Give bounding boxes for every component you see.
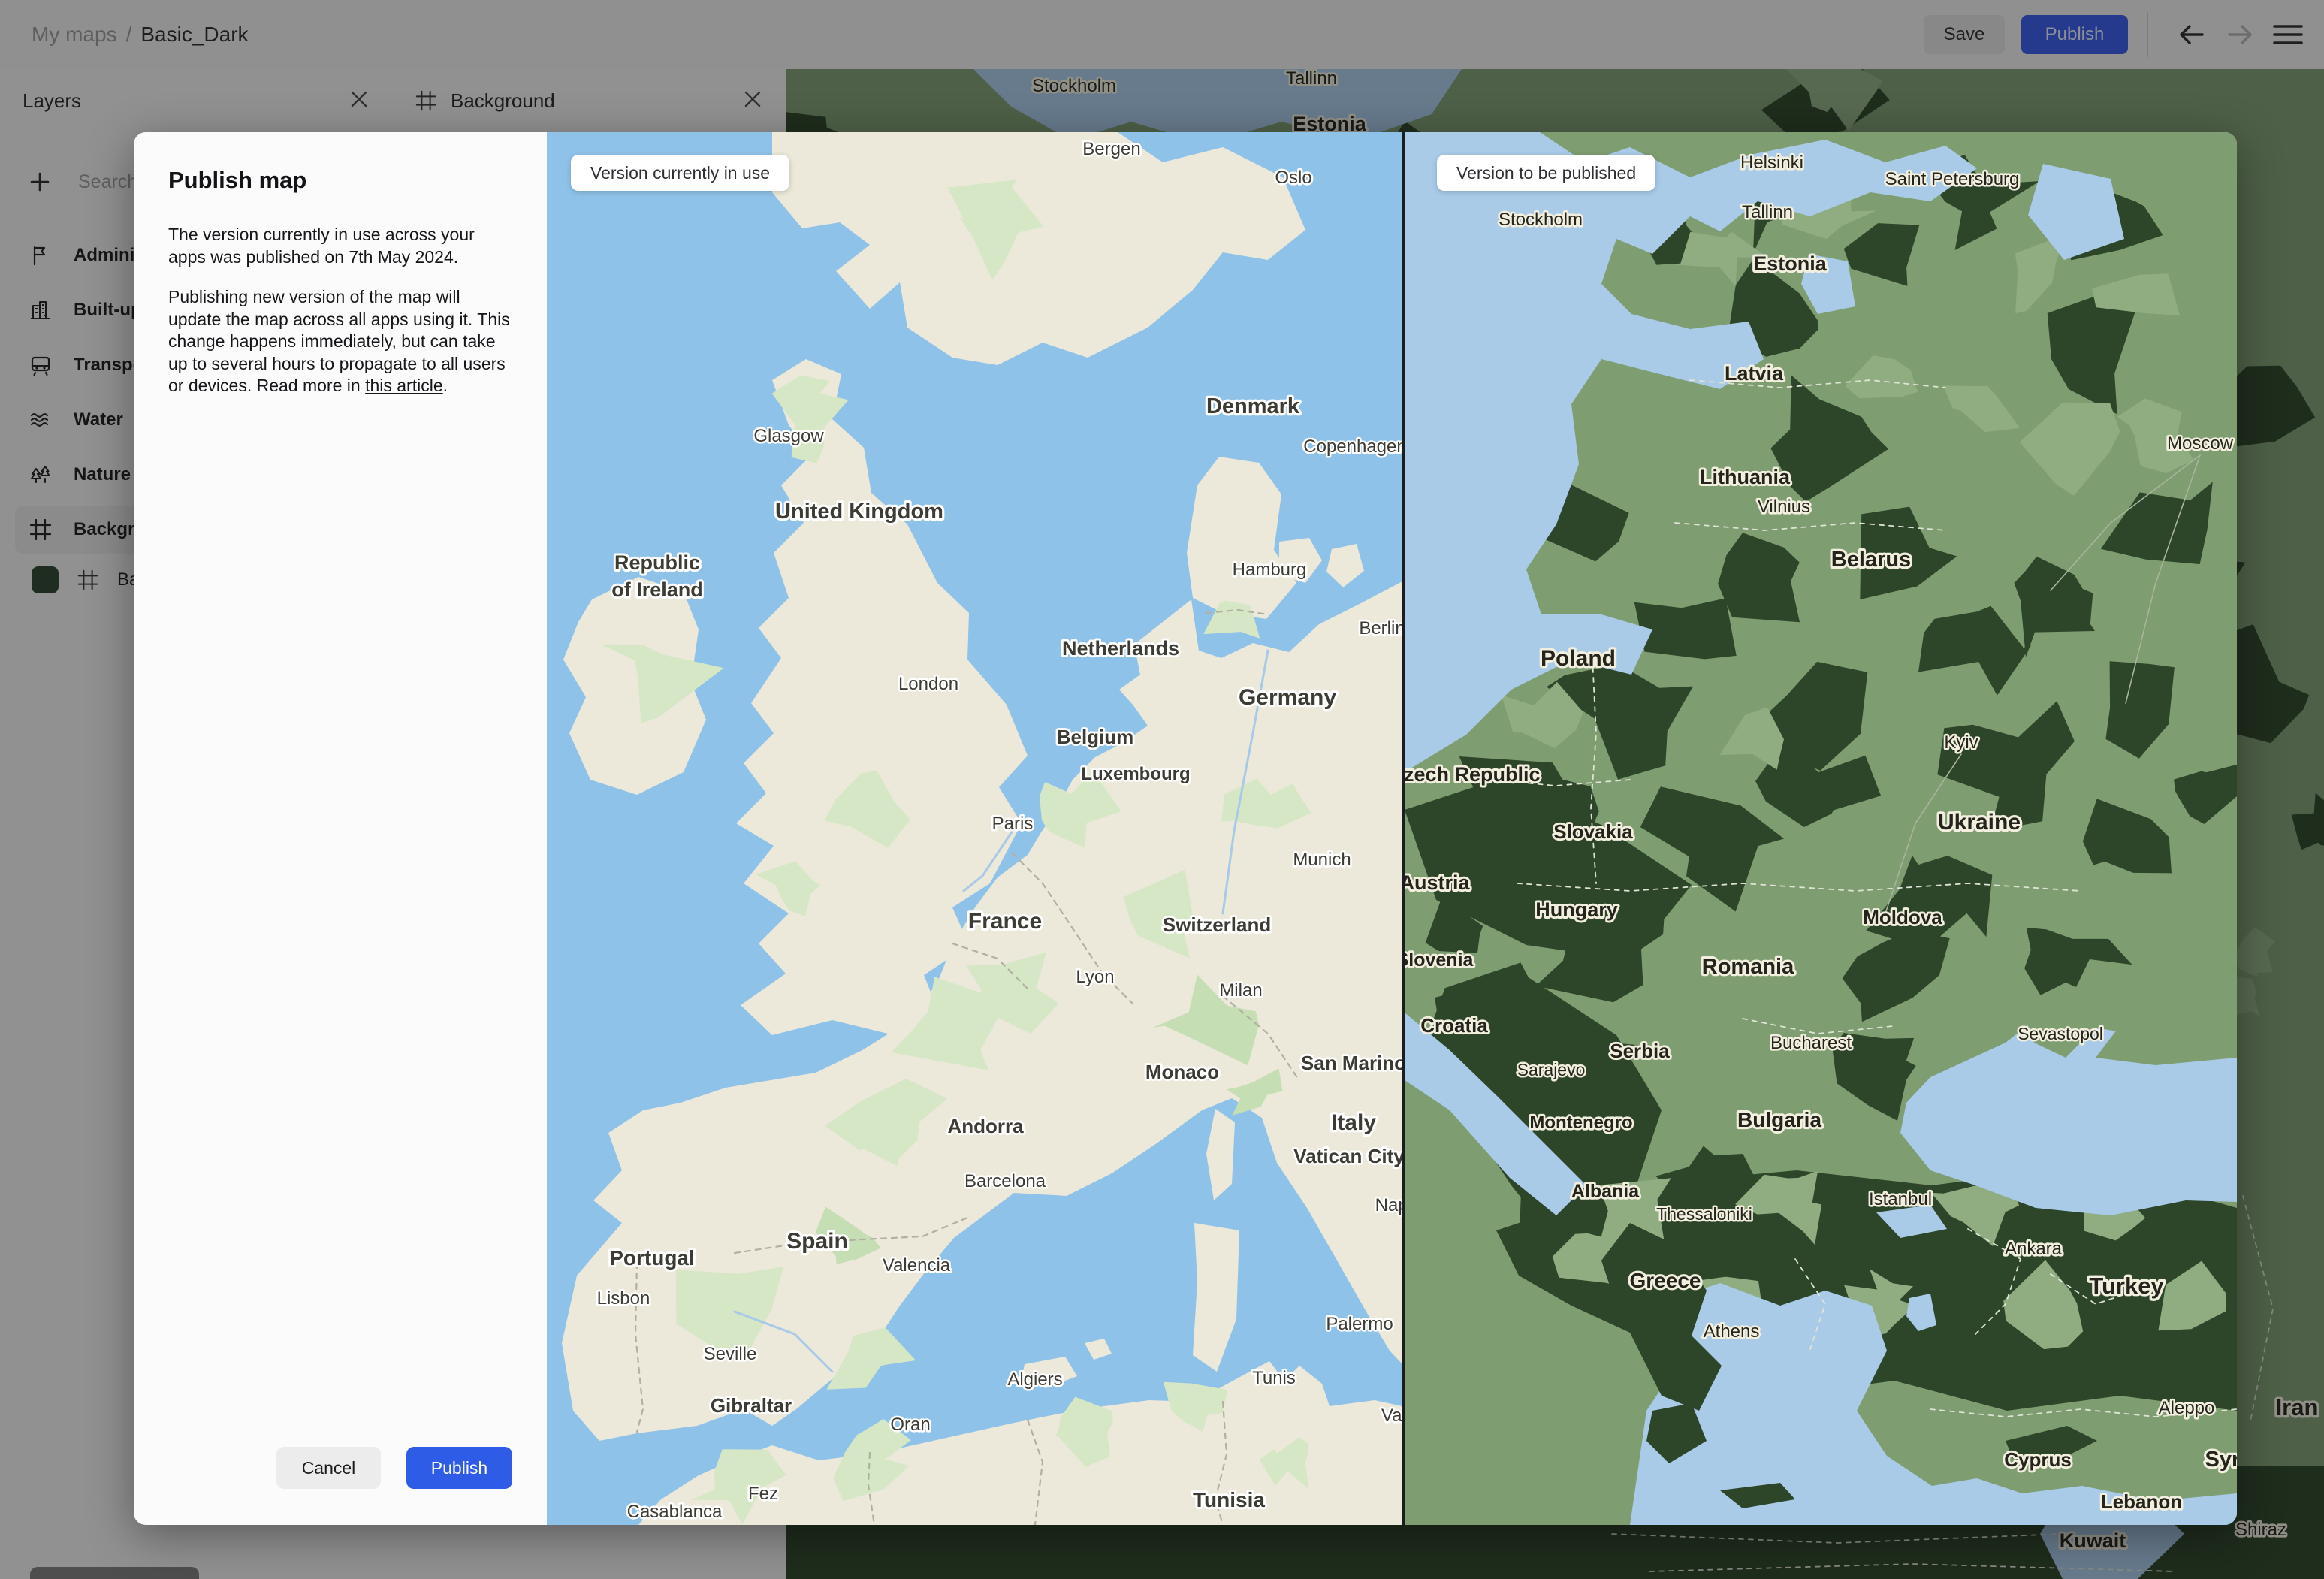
- this-article-link[interactable]: this article: [365, 376, 443, 395]
- svg-text:Greece: Greece: [1630, 1269, 1701, 1292]
- svg-text:Istanbul: Istanbul: [1869, 1189, 1932, 1209]
- svg-text:Stockholm: Stockholm: [1499, 210, 1583, 230]
- svg-text:Casablanca: Casablanca: [627, 1502, 723, 1522]
- svg-text:Denmark: Denmark: [1206, 394, 1300, 418]
- svg-text:of Ireland: of Ireland: [611, 578, 703, 601]
- svg-text:Portugal: Portugal: [609, 1246, 695, 1270]
- svg-text:Lisbon: Lisbon: [597, 1288, 650, 1309]
- svg-text:Bucharest: Bucharest: [1770, 1033, 1852, 1053]
- svg-text:Berlin: Berlin: [1359, 618, 1402, 639]
- svg-text:Saint Petersburg: Saint Petersburg: [1885, 169, 2020, 189]
- publish-dialog: Publish map The version currently in use…: [134, 132, 2237, 1525]
- svg-text:France: France: [968, 909, 1042, 934]
- dialog-paragraph-2: Publishing new version of the map will u…: [168, 286, 515, 397]
- svg-text:Vatican City: Vatican City: [1293, 1145, 1402, 1167]
- svg-text:Tunis: Tunis: [1252, 1368, 1296, 1388]
- svg-text:Milan: Milan: [1219, 980, 1262, 1001]
- svg-text:Spain: Spain: [786, 1229, 848, 1254]
- svg-text:United Kingdom: United Kingdom: [775, 500, 943, 524]
- svg-text:Lyon: Lyon: [1076, 967, 1114, 987]
- svg-text:Cyprus: Cyprus: [2004, 1448, 2072, 1471]
- dialog-paragraph-2-text: Publishing new version of the map will u…: [168, 287, 510, 395]
- cancel-button[interactable]: Cancel: [276, 1447, 381, 1489]
- svg-text:Oslo: Oslo: [1275, 168, 1311, 188]
- svg-text:Bulgaria: Bulgaria: [1737, 1108, 1821, 1131]
- svg-text:Belgium: Belgium: [1057, 726, 1134, 748]
- svg-text:Munich: Munich: [1293, 850, 1351, 870]
- svg-text:Valletta: Valletta: [1381, 1405, 1402, 1426]
- map-preview-current: Bergen Oslo Glasgow United Kingdom Republic o…: [547, 132, 1402, 1525]
- svg-text:Germany: Germany: [1239, 685, 1336, 710]
- svg-text:Naples: Naples: [1375, 1195, 1402, 1215]
- svg-text:Lebanon: Lebanon: [2101, 1490, 2182, 1513]
- svg-text:Tunisia: Tunisia: [1193, 1488, 1265, 1511]
- svg-text:Monaco: Monaco: [1145, 1061, 1219, 1083]
- svg-text:Valencia: Valencia: [883, 1255, 951, 1276]
- svg-text:Lithuania: Lithuania: [1700, 466, 1791, 488]
- svg-text:Copenhagen: Copenhagen: [1303, 436, 1402, 457]
- svg-text:Hungary: Hungary: [1535, 898, 1618, 921]
- app-window: My maps / Basic_Dark Save Publish Layers: [0, 0, 2324, 1579]
- svg-text:Gibraltar: Gibraltar: [711, 1394, 792, 1417]
- map-preview-new: Helsinki Saint Petersburg Stockholm Tallinn…: [1405, 132, 2237, 1525]
- svg-text:San Marino: San Marino: [1301, 1052, 1402, 1074]
- svg-text:Barcelona: Barcelona: [964, 1171, 1046, 1191]
- svg-text:Hamburg: Hamburg: [1233, 560, 1307, 580]
- svg-text:Sarajevo: Sarajevo: [1517, 1060, 1586, 1079]
- svg-text:Oran: Oran: [890, 1414, 930, 1435]
- svg-text:Glasgow: Glasgow: [753, 426, 824, 446]
- svg-text:Syria: Syria: [2205, 1448, 2237, 1472]
- svg-text:Vilnius: Vilnius: [1758, 497, 1810, 517]
- svg-text:Tallinn: Tallinn: [1742, 202, 1793, 222]
- svg-text:Italy: Italy: [1331, 1110, 1376, 1135]
- svg-text:Latvia: Latvia: [1725, 362, 1784, 385]
- svg-text:Switzerland: Switzerland: [1163, 913, 1271, 936]
- svg-text:Helsinki: Helsinki: [1740, 152, 1803, 173]
- svg-text:Romania: Romania: [1702, 955, 1794, 979]
- dialog-paragraph-2-period: .: [442, 376, 448, 395]
- svg-text:Paris: Paris: [992, 814, 1034, 834]
- svg-text:Belarus: Belarus: [1831, 548, 1911, 572]
- svg-text:Czech Republic: Czech Republic: [1405, 763, 1541, 786]
- svg-text:Luxembourg: Luxembourg: [1081, 764, 1190, 784]
- svg-text:London: London: [898, 674, 958, 694]
- svg-text:Poland: Poland: [1541, 646, 1616, 671]
- svg-text:Fez: Fez: [748, 1484, 778, 1504]
- svg-text:Thessaloniki: Thessaloniki: [1656, 1204, 1752, 1224]
- new-version-badge: Version to be published: [1437, 155, 1656, 191]
- current-version-badge: Version currently in use: [571, 155, 790, 191]
- svg-text:Andorra: Andorra: [947, 1115, 1024, 1137]
- svg-text:Algiers: Algiers: [1007, 1369, 1062, 1390]
- dialog-paragraph-1: The version currently in use across your…: [168, 225, 475, 267]
- svg-text:Moscow: Moscow: [2167, 433, 2234, 454]
- svg-text:Slovakia: Slovakia: [1553, 820, 1633, 843]
- svg-text:Slovenia: Slovenia: [1405, 950, 1474, 971]
- dialog-actions: Cancel Publish: [276, 1447, 512, 1489]
- svg-text:Ankara: Ankara: [2005, 1239, 2063, 1259]
- svg-text:Athens: Athens: [1704, 1321, 1760, 1342]
- svg-text:Seville: Seville: [704, 1344, 757, 1364]
- svg-text:Kyiv: Kyiv: [1944, 732, 1978, 753]
- svg-text:Montenegro: Montenegro: [1529, 1113, 1632, 1133]
- svg-text:Ukraine: Ukraine: [1938, 810, 2021, 835]
- publish-confirm-button[interactable]: Publish: [406, 1447, 512, 1489]
- svg-text:Netherlands: Netherlands: [1062, 637, 1179, 660]
- svg-text:Sevastopol: Sevastopol: [2018, 1024, 2103, 1043]
- version-comparison: Bergen Oslo Glasgow United Kingdom Republic o…: [547, 132, 2237, 1525]
- svg-text:Serbia: Serbia: [1610, 1040, 1670, 1062]
- dialog-title: Publish map: [168, 167, 307, 193]
- svg-text:Palermo: Palermo: [1326, 1314, 1393, 1334]
- svg-text:Republic: Republic: [614, 551, 700, 574]
- svg-text:Bergen: Bergen: [1082, 139, 1140, 159]
- svg-text:Aleppo: Aleppo: [2159, 1398, 2215, 1418]
- svg-text:Turkey: Turkey: [2089, 1273, 2164, 1299]
- svg-text:Moldova: Moldova: [1863, 906, 1942, 928]
- svg-text:Albania: Albania: [1571, 1181, 1640, 1202]
- svg-text:Austria: Austria: [1405, 871, 1470, 894]
- publish-dialog-content: Publish map The version currently in use…: [134, 132, 547, 1525]
- svg-text:Croatia: Croatia: [1420, 1014, 1488, 1037]
- svg-text:Estonia: Estonia: [1753, 252, 1828, 275]
